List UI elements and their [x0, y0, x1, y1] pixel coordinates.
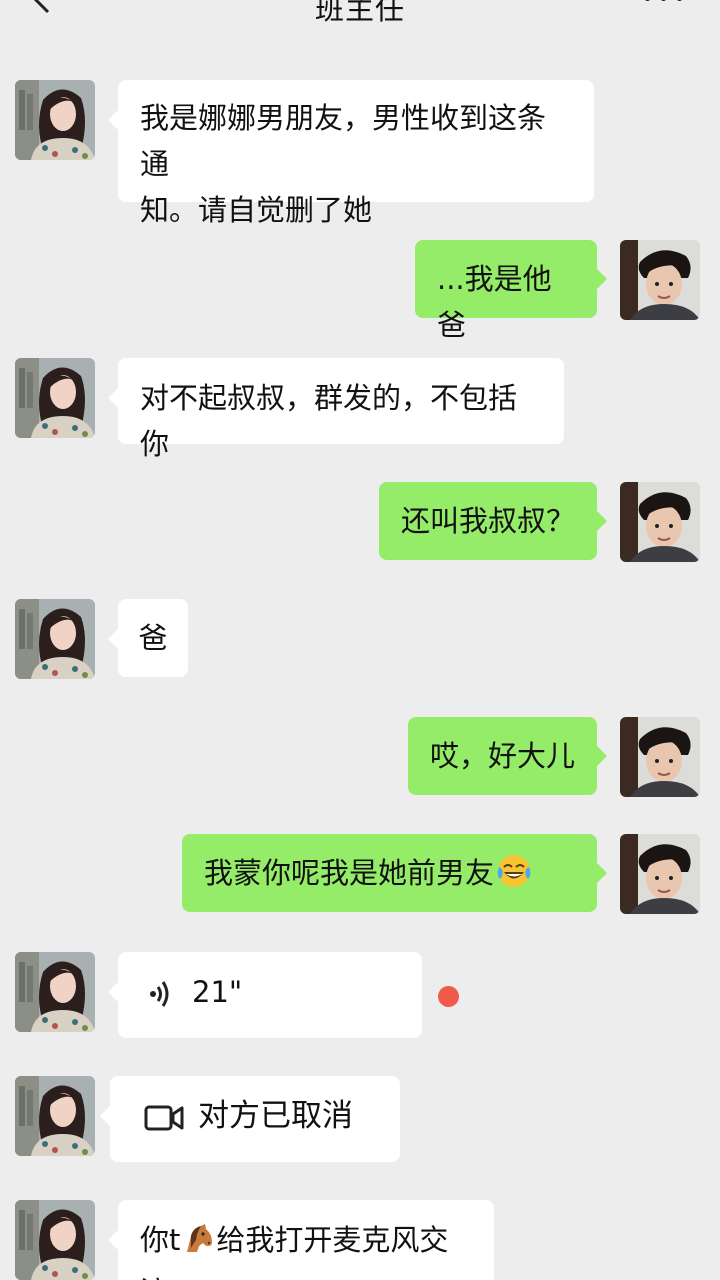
message-bubble-outgoing[interactable]: 哎，好大儿	[408, 717, 607, 795]
voice-wave-icon	[148, 976, 174, 1022]
message-bubble-incoming[interactable]: 爸	[108, 599, 188, 677]
contact-avatar[interactable]	[15, 1200, 95, 1280]
chat-header: 班主任	[0, 0, 720, 40]
contact-avatar[interactable]	[15, 358, 95, 438]
unread-dot	[438, 986, 459, 1007]
chat-title: 班主任	[314, 0, 405, 26]
my-avatar[interactable]	[620, 482, 700, 562]
video-call-status: 对方已取消	[198, 1098, 353, 1134]
message-text-line: 我是娜娜男朋友，男性收到这条通	[140, 101, 547, 181]
my-avatar[interactable]	[620, 240, 700, 320]
my-avatar[interactable]	[620, 717, 700, 797]
message-bubble-incoming[interactable]: 我是娜娜男朋友，男性收到这条通 知。请自觉删了她	[108, 80, 594, 227]
message-text-before-emoji: 你t	[140, 1223, 181, 1257]
voice-duration: 21"	[192, 975, 243, 1009]
message-bubble-outgoing[interactable]: ...我是他爸	[415, 240, 607, 342]
contact-avatar[interactable]	[15, 952, 95, 1032]
voice-message-bubble[interactable]: 21"	[108, 952, 422, 1038]
message-text: ...我是他爸	[437, 262, 552, 342]
contact-avatar[interactable]	[15, 1076, 95, 1156]
message-bubble-outgoing[interactable]: 还叫我叔叔？	[379, 482, 607, 560]
more-dots-icon[interactable]	[640, 0, 690, 8]
message-text: 还叫我叔叔？	[401, 504, 576, 538]
message-text-line: 知。请自觉删了她	[140, 193, 373, 227]
message-text: 对不起叔叔，群发的，不包括你	[140, 381, 518, 461]
message-text: 我蒙你呢我是她前男友	[204, 856, 495, 890]
message-bubble-incoming[interactable]: 对不起叔叔，群发的，不包括你	[108, 358, 564, 461]
message-text: 爸	[138, 621, 168, 655]
video-camera-icon	[144, 1099, 184, 1145]
contact-avatar[interactable]	[15, 599, 95, 679]
video-call-bubble[interactable]: 对方已取消	[100, 1076, 400, 1162]
message-bubble-outgoing[interactable]: 我蒙你呢我是她前男友	[182, 834, 607, 912]
message-bubble-incoming[interactable]: 你t 给我打开麦克风交流	[108, 1200, 494, 1280]
my-avatar[interactable]	[620, 834, 700, 914]
contact-avatar[interactable]	[15, 80, 95, 160]
horse-emoji	[181, 1222, 215, 1269]
message-text: 哎，好大儿	[430, 739, 576, 773]
chat-screen: 班主任 我是娜娜男朋友，男性收到这条通 知。请自觉删了她 ...我是他爸 对不起…	[0, 0, 720, 1280]
tears-of-joy-emoji	[496, 853, 532, 902]
